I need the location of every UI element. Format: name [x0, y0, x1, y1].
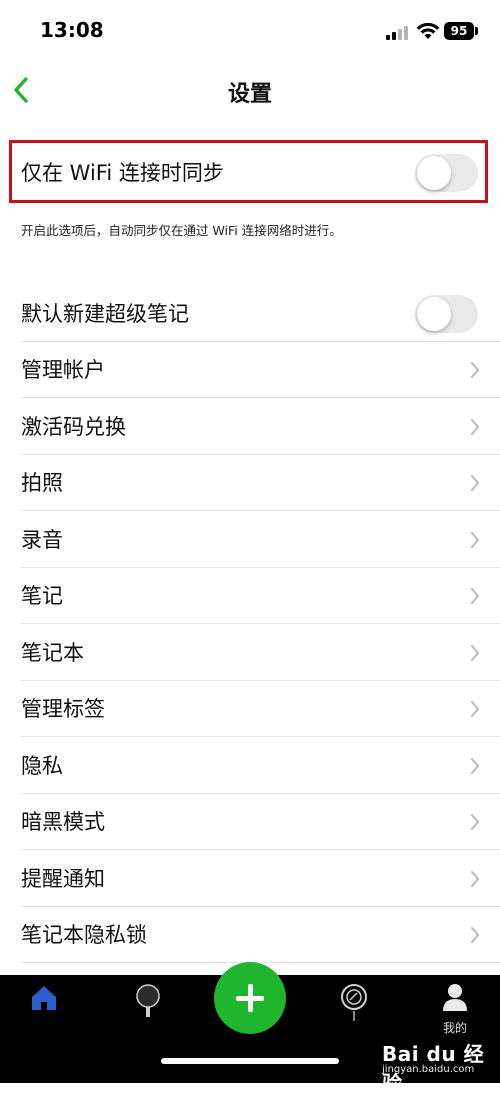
chevron-right-icon: [471, 814, 479, 830]
chevron-right-icon: [471, 362, 479, 378]
row-divider: [21, 736, 500, 737]
user-icon: [443, 984, 467, 1011]
setting-label: 录音: [21, 528, 63, 552]
setting-row-manage-tags[interactable]: 管理标签: [0, 681, 500, 737]
setting-row-camera[interactable]: 拍照: [0, 455, 500, 511]
chevron-right-icon: [471, 927, 479, 943]
page-title: 设置: [227, 82, 272, 107]
tab-home[interactable]: [4, 975, 84, 1045]
setting-label: 笔记本: [21, 641, 84, 665]
idea-icon: [136, 984, 160, 1017]
chevron-right-icon: [471, 701, 479, 717]
row-divider: [21, 623, 500, 624]
status-bar: 13:08 95: [0, 0, 500, 62]
setting-row-privacy[interactable]: 隐私: [0, 738, 500, 794]
setting-row-notes[interactable]: 笔记: [0, 568, 500, 624]
setting-label: 激活码兑换: [21, 415, 126, 439]
chevron-right-icon: [471, 758, 479, 774]
setting-row-default-super-note: 默认新建超级笔记: [0, 286, 500, 342]
default-super-note-toggle[interactable]: [415, 295, 478, 333]
home-icon: [32, 986, 56, 1010]
status-time: 13:08: [40, 18, 104, 42]
chevron-right-icon: [471, 645, 479, 661]
chevron-right-icon: [471, 475, 479, 491]
setting-label: 管理标签: [21, 697, 105, 721]
setting-row-manage-account[interactable]: 管理帐户: [0, 342, 500, 398]
cellular-signal-icon: [386, 24, 410, 40]
baidu-watermark: Bai du 经验 jingyan.baidu.com: [380, 1032, 498, 1095]
nav-bar: 设置: [0, 62, 500, 118]
setting-row-activation-code[interactable]: 激活码兑换: [0, 399, 500, 455]
row-divider: [21, 849, 500, 850]
chevron-right-icon: [471, 871, 479, 887]
chevron-right-icon: [471, 532, 479, 548]
toggle-knob: [417, 297, 451, 331]
explore-icon: [341, 984, 367, 1021]
tab-idea[interactable]: [108, 975, 188, 1045]
row-divider: [21, 397, 500, 398]
wifi-sync-hint: 开启此选项后，自动同步仅在通过 WiFi 连接网络时进行。: [21, 223, 342, 238]
home-indicator: [161, 1058, 339, 1064]
setting-label: 默认新建超级笔记: [21, 302, 189, 326]
battery-indicator: 95: [444, 22, 474, 40]
chevron-right-icon: [471, 419, 479, 435]
highlight-box: [9, 140, 488, 203]
setting-label: 隐私: [21, 754, 63, 778]
setting-label: 暗黑模式: [21, 810, 105, 834]
setting-label: 笔记本隐私锁: [21, 923, 147, 947]
setting-row-recording[interactable]: 录音: [0, 512, 500, 568]
setting-row-reminders[interactable]: 提醒通知: [0, 851, 500, 907]
setting-label: 笔记: [21, 584, 63, 608]
wifi-icon: [416, 22, 440, 39]
setting-label: 管理帐户: [21, 358, 105, 382]
setting-label: 提醒通知: [21, 867, 105, 891]
setting-label: 拍照: [21, 471, 63, 495]
setting-row-notebooks[interactable]: 笔记本: [0, 625, 500, 681]
battery-cap: [475, 27, 478, 35]
watermark-url: jingyan.baidu.com: [382, 1064, 475, 1075]
row-divider: [21, 510, 500, 511]
chevron-right-icon: [471, 588, 479, 604]
setting-row-notebook-lock[interactable]: 笔记本隐私锁: [0, 907, 500, 963]
setting-row-dark-mode[interactable]: 暗黑模式: [0, 794, 500, 850]
add-note-button[interactable]: [214, 962, 286, 1034]
